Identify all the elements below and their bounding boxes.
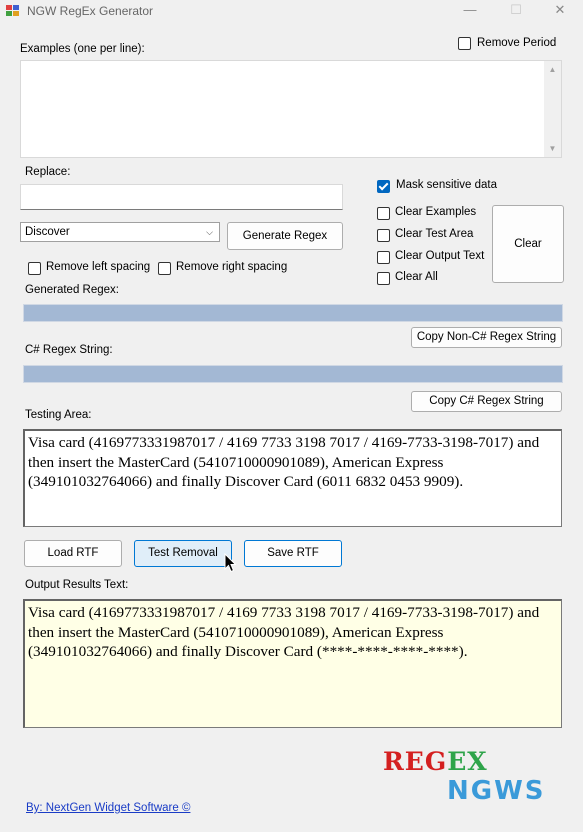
csharp-regex-field[interactable] xyxy=(23,365,563,383)
app-icon xyxy=(6,5,19,16)
title-bar: NGW RegEx Generator — ☐ ✕ xyxy=(0,0,583,22)
clear-output-text-checkbox[interactable] xyxy=(377,251,390,264)
test-removal-button[interactable]: Test Removal xyxy=(134,540,232,567)
save-rtf-button[interactable]: Save RTF xyxy=(244,540,342,567)
csharp-regex-label: C# Regex String: xyxy=(25,344,113,356)
generate-regex-button[interactable]: Generate Regex xyxy=(227,222,343,250)
logo-text-reg: REG xyxy=(383,747,448,776)
remove-right-spacing-checkbox[interactable] xyxy=(158,262,171,275)
regex-logo: REGEX xyxy=(383,747,488,776)
scroll-down-arrow-icon[interactable]: ▼ xyxy=(544,140,561,157)
clear-examples-checkbox[interactable] xyxy=(377,207,390,220)
examples-label: Examples (one per line): xyxy=(20,43,145,55)
remove-right-spacing-label: Remove right spacing xyxy=(176,261,288,273)
clear-button[interactable]: Clear xyxy=(492,205,564,283)
testing-area-richtext[interactable]: Visa card (4169773331987017 / 4169 7733 … xyxy=(23,429,562,527)
remove-left-spacing-label: Remove left spacing xyxy=(46,261,151,273)
clear-all-checkbox[interactable] xyxy=(377,272,390,285)
close-button[interactable]: ✕ xyxy=(537,0,583,22)
copy-non-csharp-regex-button[interactable]: Copy Non-C# Regex String xyxy=(411,327,562,348)
logo-text-ex: EX xyxy=(447,747,488,776)
clear-test-area-checkbox[interactable] xyxy=(377,229,390,242)
clear-test-area-label: Clear Test Area xyxy=(395,228,474,240)
mask-sensitive-checkbox[interactable] xyxy=(377,180,390,193)
pattern-select[interactable]: Discover ⌵ xyxy=(20,222,220,242)
logo-text-ngws: NGWS xyxy=(447,776,546,806)
remove-left-spacing-checkbox[interactable] xyxy=(28,262,41,275)
testing-area-label: Testing Area: xyxy=(25,409,92,421)
clear-output-text-label: Clear Output Text xyxy=(395,250,485,262)
chevron-down-icon[interactable]: ⌵ xyxy=(206,223,213,242)
scroll-up-arrow-icon[interactable]: ▲ xyxy=(544,61,561,78)
output-results-label: Output Results Text: xyxy=(25,579,129,591)
minimize-button[interactable]: — xyxy=(447,0,493,22)
copy-csharp-regex-button[interactable]: Copy C# Regex String xyxy=(411,391,562,412)
replace-label: Replace: xyxy=(25,166,71,178)
clear-all-label: Clear All xyxy=(395,271,438,283)
remove-period-label: Remove Period xyxy=(477,37,557,49)
mouse-cursor-icon xyxy=(224,553,236,573)
generated-regex-label: Generated Regex: xyxy=(25,284,119,296)
window-title: NGW RegEx Generator xyxy=(27,4,154,18)
clear-examples-label: Clear Examples xyxy=(395,206,477,218)
examples-scrollbar[interactable]: ▲ ▼ xyxy=(544,61,561,157)
maximize-button[interactable]: ☐ xyxy=(493,0,539,22)
examples-textarea[interactable]: ▲ ▼ xyxy=(20,60,562,158)
pattern-select-value: Discover xyxy=(25,226,70,238)
remove-period-checkbox[interactable] xyxy=(458,37,471,50)
footer-credits-link[interactable]: By: NextGen Widget Software © xyxy=(26,802,190,814)
ngws-logo: NGWS xyxy=(447,776,546,806)
output-results-richtext[interactable]: Visa card (4169773331987017 / 4169 7733 … xyxy=(23,599,562,728)
mask-sensitive-label: Mask sensitive data xyxy=(396,179,497,191)
replace-input[interactable] xyxy=(20,184,343,210)
generated-regex-field[interactable] xyxy=(23,304,563,322)
load-rtf-button[interactable]: Load RTF xyxy=(24,540,122,567)
